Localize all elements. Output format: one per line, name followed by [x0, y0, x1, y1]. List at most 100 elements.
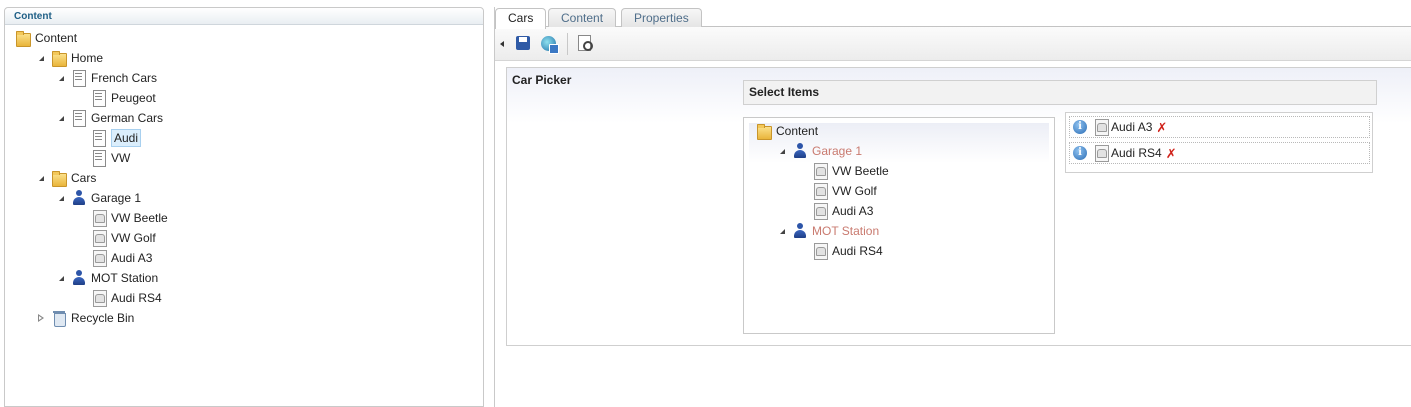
tree-node-label[interactable]: Cars	[71, 168, 96, 188]
select-items-header: Select Items	[743, 80, 1377, 105]
remove-icon[interactable]: ✗	[1156, 121, 1167, 134]
toggle-spacer	[75, 212, 87, 224]
expanded-toggle-icon[interactable]	[776, 145, 788, 157]
tree-node-label[interactable]: Audi A3	[832, 201, 873, 221]
tree-node[interactable]: Audi RS4	[75, 288, 162, 308]
document-icon	[91, 90, 107, 107]
person-icon	[792, 223, 808, 239]
expanded-toggle-icon[interactable]	[35, 172, 47, 184]
tree-node-label[interactable]: German Cars	[91, 108, 163, 128]
tree-node[interactable]: VW Beetle	[796, 161, 889, 181]
expanded-toggle-icon[interactable]	[35, 52, 47, 64]
person-icon	[71, 270, 87, 286]
expanded-toggle-icon[interactable]	[55, 272, 67, 284]
tree-node[interactable]: Content	[756, 121, 818, 141]
toggle-spacer	[796, 245, 808, 257]
tree-node[interactable]: VW Golf	[75, 228, 156, 248]
tab-strip: Cars Content Properties	[495, 7, 1411, 29]
toggle-spacer	[75, 152, 87, 164]
tree-node-label[interactable]: VW Golf	[111, 228, 156, 248]
tree-node[interactable]: Garage 1	[776, 141, 862, 161]
selected-item: i Audi RS4 ✗	[1069, 142, 1370, 164]
toggle-spacer	[75, 232, 87, 244]
tree-node-label[interactable]: VW Golf	[832, 181, 877, 201]
preview-icon[interactable]	[577, 35, 593, 51]
tree-node-label[interactable]: Content	[35, 28, 77, 48]
folder-icon	[15, 30, 31, 47]
tree-node[interactable]: Audi RS4	[796, 241, 883, 261]
tree-node[interactable]: Audi	[75, 128, 142, 148]
tree-node[interactable]: French Cars	[55, 68, 157, 88]
car-icon	[812, 183, 828, 200]
person-icon	[71, 190, 87, 206]
tree-node[interactable]: Content	[15, 28, 77, 48]
tree-node-label[interactable]: Home	[71, 48, 103, 68]
collapse-arrow-icon[interactable]	[500, 41, 504, 47]
expanded-toggle-icon[interactable]	[55, 192, 67, 204]
content-tree-panel: Content Content Home French Cars Peugeot Ger…	[4, 7, 484, 407]
tree-node-label[interactable]: Audi RS4	[111, 288, 162, 308]
tree-node-label[interactable]: VW	[111, 148, 130, 168]
expanded-toggle-icon[interactable]	[55, 72, 67, 84]
tree-node-label[interactable]: Peugeot	[111, 88, 156, 108]
tree-node-label[interactable]: French Cars	[91, 68, 157, 88]
tree-node[interactable]: Home	[35, 48, 103, 68]
folder-icon	[51, 50, 67, 67]
document-icon	[91, 150, 107, 167]
car-icon	[812, 243, 828, 260]
tree-node-label[interactable]: Audi RS4	[832, 241, 883, 261]
expanded-toggle-icon[interactable]	[776, 225, 788, 237]
tree-node[interactable]: VW Beetle	[75, 208, 168, 228]
tree-node[interactable]: Audi A3	[75, 248, 152, 268]
content-panel-header: Content	[5, 8, 483, 25]
tree-node[interactable]: Garage 1	[55, 188, 141, 208]
tree-node[interactable]: Audi A3	[796, 201, 873, 221]
car-icon	[1093, 119, 1109, 136]
tree-node[interactable]: Peugeot	[75, 88, 156, 108]
selected-item-label: Audi RS4	[1111, 146, 1162, 160]
tree-node[interactable]: MOT Station	[55, 268, 158, 288]
tab-cars[interactable]: Cars	[495, 8, 547, 29]
info-icon[interactable]: i	[1073, 120, 1087, 134]
tab-content[interactable]: Content	[548, 8, 617, 28]
toggle-spacer	[75, 292, 87, 304]
tree-node[interactable]: Recycle Bin	[35, 308, 134, 328]
property-panel: Car Picker Select Items Content Garage 1V…	[506, 67, 1411, 346]
tree-node[interactable]: German Cars	[55, 108, 163, 128]
save-and-publish-icon[interactable]	[540, 35, 559, 54]
info-icon[interactable]: i	[1073, 146, 1087, 160]
tree-node-label[interactable]: Recycle Bin	[71, 308, 134, 328]
toggle-spacer	[75, 252, 87, 264]
toggle-spacer	[75, 132, 87, 144]
editor-panel: Cars Content Properties Car Picker Selec…	[494, 7, 1411, 407]
car-icon	[812, 203, 828, 220]
tree-node[interactable]: MOT Station	[776, 221, 879, 241]
car-icon	[1093, 145, 1109, 162]
person-icon	[792, 143, 808, 159]
toggle-spacer	[796, 205, 808, 217]
tree-node-label[interactable]: Audi	[111, 129, 142, 147]
collapsed-toggle-icon[interactable]	[35, 312, 47, 324]
tree-node-label[interactable]: VW Beetle	[111, 208, 168, 228]
car-icon	[91, 290, 107, 307]
toolbar-divider	[567, 33, 568, 55]
tree-node[interactable]: Cars	[35, 168, 96, 188]
tree-node[interactable]: VW Golf	[796, 181, 877, 201]
tree-node-label[interactable]: Garage 1	[812, 141, 862, 161]
selected-items-list: i Audi A3 ✗ i Audi RS4 ✗	[1065, 112, 1373, 173]
tree-node[interactable]: VW	[75, 148, 130, 168]
save-icon[interactable]	[515, 35, 531, 51]
tree-node-label[interactable]: Garage 1	[91, 188, 141, 208]
tree-node-label[interactable]: VW Beetle	[832, 161, 889, 181]
expanded-toggle-icon[interactable]	[55, 112, 67, 124]
car-icon	[812, 163, 828, 180]
tree-node-label[interactable]: MOT Station	[812, 221, 879, 241]
tree-node-label[interactable]: MOT Station	[91, 268, 158, 288]
tab-properties[interactable]: Properties	[621, 8, 702, 28]
remove-icon[interactable]: ✗	[1166, 147, 1177, 160]
car-icon	[91, 250, 107, 267]
selected-item: i Audi A3 ✗	[1069, 116, 1370, 138]
tree-node-label[interactable]: Content	[776, 121, 818, 141]
folder-icon	[51, 170, 67, 187]
tree-node-label[interactable]: Audi A3	[111, 248, 152, 268]
